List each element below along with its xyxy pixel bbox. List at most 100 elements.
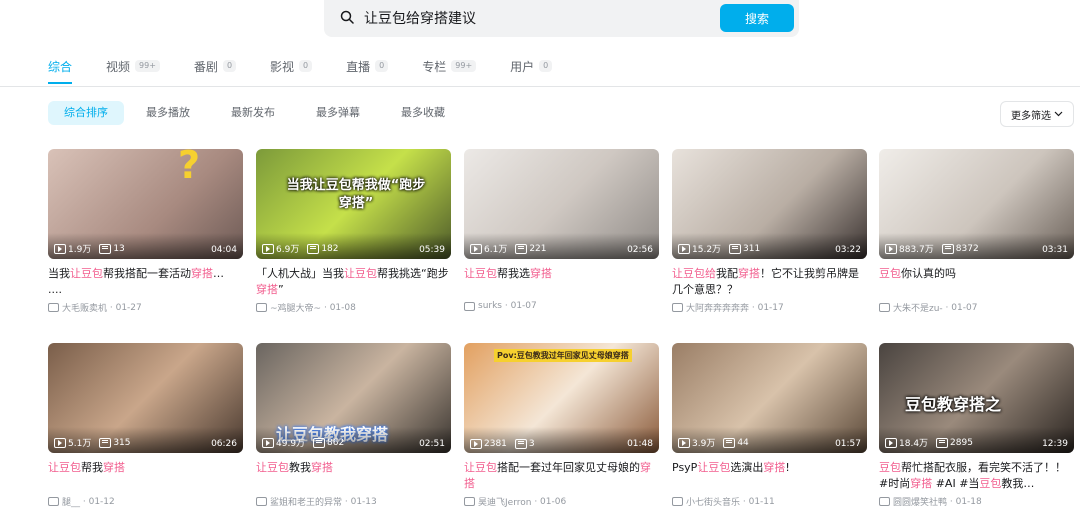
meta-separator: ·	[942, 302, 952, 313]
tab-label: 影视	[270, 59, 295, 74]
title-text: PsyP	[672, 461, 698, 474]
video-meta[interactable]: 小七街头音乐 · 01-11	[672, 495, 867, 508]
video-meta[interactable]: ~鸡腿大帝~ · 01-08	[256, 301, 451, 314]
video-card[interactable]: 豆包教穿搭之 18.4万 2895 12:39 豆包帮忙搭配衣服，看完笑不活了！！ #时…	[879, 343, 1074, 508]
video-thumbnail[interactable]: 6.1万 221 02:56	[464, 149, 659, 259]
video-title[interactable]: PsyP让豆包选演出穿搭!	[672, 460, 867, 492]
title-text: !	[785, 461, 790, 474]
video-thumbnail[interactable]: 豆包教穿搭之 18.4万 2895 12:39	[879, 343, 1074, 453]
title-text: 教我…	[1001, 477, 1035, 490]
video-meta[interactable]: 昊迪飞Jerron · 01-06	[464, 495, 659, 508]
video-title[interactable]: 让豆包帮我穿搭	[48, 460, 243, 492]
title-highlight: 让豆包给	[672, 267, 716, 280]
tab-label: 专栏	[422, 59, 447, 74]
video-thumbnail[interactable]: ? 1.9万 13 04:04	[48, 149, 243, 259]
uploader-icon	[672, 497, 683, 506]
title-highlight: 穿搭	[763, 461, 786, 474]
thumbnail-caption: ?	[178, 149, 201, 187]
uploader-name: 小七街头音乐	[686, 498, 741, 508]
video-thumbnail[interactable]: 15.2万 311 03:22	[672, 149, 867, 259]
video-thumbnail[interactable]: 3.9万 44 01:57	[672, 343, 867, 453]
tab-all[interactable]: 综合	[48, 56, 73, 84]
uploader-icon	[48, 497, 59, 506]
video-stats: 15.2万 311	[678, 242, 768, 255]
video-meta[interactable]: 大毛贩卖机 · 01-27	[48, 301, 243, 314]
play-count: 883.7万	[899, 245, 934, 255]
meta-separator: ·	[749, 302, 758, 313]
video-meta[interactable]: 大阿奔奔奔奔奔 · 01-17	[672, 301, 867, 314]
video-meta[interactable]: 腿__ · 01-12	[48, 495, 243, 508]
sort-most-favorited[interactable]: 最多收藏	[393, 101, 453, 125]
video-thumbnail[interactable]: 当我让豆包帮我做“跑步穿搭” 6.9万 182 05:39	[256, 149, 451, 259]
meta-separator: ·	[80, 496, 89, 507]
uploader-icon	[48, 303, 59, 312]
video-thumbnail[interactable]: 5.1万 315 06:26	[48, 343, 243, 453]
more-filter-button[interactable]: 更多筛选	[1000, 101, 1074, 127]
video-title[interactable]: 「人机大战」当我让豆包帮我挑选“跑步穿搭”	[256, 266, 451, 298]
video-thumbnail[interactable]: 让豆包教我穿搭49.9万86202:51	[256, 343, 451, 453]
tab-video[interactable]: 视频 99+	[106, 56, 160, 76]
danmaku-count: 44	[737, 437, 749, 448]
video-stats: 2381 3	[470, 439, 543, 449]
video-card[interactable]: 15.2万 311 03:22 让豆包给我配穿搭！它不让我剪吊牌是几个意思？？ 大阿奔奔…	[672, 149, 867, 314]
video-stats: 6.9万 182	[262, 242, 347, 255]
sort-newest[interactable]: 最新发布	[223, 101, 283, 125]
video-title[interactable]: 让豆包给我配穿搭！它不让我剪吊牌是几个意思？？	[672, 266, 867, 298]
tab-film[interactable]: 影视 0	[270, 56, 313, 76]
danmaku-icon	[515, 243, 528, 254]
video-card[interactable]: Pov:豆包教我过年回家见丈母娘穿搭 2381 3 01:48 让豆包搭配一套过年回家见…	[464, 343, 659, 508]
play-count: 2381	[484, 439, 507, 449]
video-meta[interactable]: 大朱不是zu- · 01-07	[879, 301, 1074, 314]
tab-live[interactable]: 直播 0	[346, 56, 389, 76]
tab-count-badge: 0	[539, 60, 553, 72]
video-card[interactable]: ? 1.9万 13 04:04 当我让豆包帮我搭配一套活动穿搭….... 大毛贩卖机 · …	[48, 149, 243, 314]
video-meta[interactable]: 圆圆爆笑社鸭 · 01-18	[879, 495, 1074, 508]
title-highlight: 让豆包	[464, 267, 497, 280]
video-title[interactable]: 豆包你认真的吗	[879, 266, 1074, 298]
sort-most-played[interactable]: 最多播放	[138, 101, 198, 125]
video-title[interactable]: 让豆包教我穿搭	[256, 460, 451, 492]
tab-user[interactable]: 用户 0	[510, 56, 553, 76]
uploader-name: 大朱不是zu-	[893, 304, 943, 314]
title-text: 教我	[289, 461, 311, 474]
meta-separator: ·	[740, 496, 749, 507]
tab-bangumi[interactable]: 番剧 0	[194, 56, 237, 76]
video-duration: 01:48	[627, 439, 653, 449]
video-thumbnail[interactable]: Pov:豆包教我过年回家见丈母娘穿搭 2381 3 01:48	[464, 343, 659, 453]
sort-most-danmaku[interactable]: 最多弹幕	[308, 101, 368, 125]
video-thumbnail[interactable]: 883.7万 8372 03:31	[879, 149, 1074, 259]
video-title[interactable]: 让豆包帮我选穿搭	[464, 266, 659, 298]
danmaku-count: 2895	[950, 437, 973, 448]
video-title[interactable]: 豆包帮忙搭配衣服，看完笑不活了！！ #时尚穿搭 #AI #当豆包教我…	[879, 460, 1074, 492]
tab-count-badge: 0	[222, 60, 237, 72]
tab-article[interactable]: 专栏 99+	[422, 56, 477, 76]
video-card[interactable]: 883.7万 8372 03:31 豆包你认真的吗大朱不是zu- · 01-07	[879, 149, 1074, 314]
play-count-icon	[678, 437, 690, 448]
sort-comprehensive[interactable]: 综合排序	[48, 101, 124, 125]
meta-separator: ·	[502, 301, 511, 311]
video-card[interactable]: 6.1万 221 02:56 让豆包帮我选穿搭 surks · 01-07	[464, 149, 659, 311]
video-stats: 3.9万 44	[678, 436, 757, 449]
video-duration: 05:39	[419, 245, 445, 255]
video-title[interactable]: 让豆包搭配一套过年回家见丈母娘的穿搭	[464, 460, 659, 492]
danmaku-count: 3	[528, 439, 535, 449]
video-card[interactable]: 当我让豆包帮我做“跑步穿搭” 6.9万 182 05:39 「人机大战」当我让豆包帮我挑…	[256, 149, 451, 314]
video-meta[interactable]: surks · 01-07	[464, 301, 659, 311]
play-count-icon	[262, 437, 274, 448]
upload-date: 01-08	[329, 302, 356, 313]
play-count-icon	[470, 243, 482, 254]
upload-date: 01-11	[748, 496, 775, 507]
search-input[interactable]	[364, 8, 694, 28]
video-card[interactable]: 让豆包教我穿搭 49.9万 862 02:51 让豆包教我穿搭鲨姐和老王的异常 · 01…	[256, 343, 451, 508]
video-card[interactable]: 5.1万 315 06:26 让豆包帮我穿搭腿__ · 01-12	[48, 343, 243, 508]
danmaku-icon	[313, 437, 326, 448]
video-meta[interactable]: 鲨姐和老王的异常 · 01-13	[256, 495, 451, 508]
video-card[interactable]: 3.9万 44 01:57 PsyP让豆包选演出穿搭! 小七街头音乐 · 01-11	[672, 343, 867, 508]
video-title[interactable]: 当我让豆包帮我搭配一套活动穿搭…....	[48, 266, 243, 298]
title-highlight: 让豆包	[344, 267, 377, 280]
upload-date: 01-12	[88, 496, 115, 507]
uploader-icon	[256, 497, 267, 506]
sort-options: 综合排序 最多播放 最新发布 最多弹幕 最多收藏	[48, 101, 478, 125]
search-button[interactable]: 搜索	[720, 4, 794, 32]
play-count: 15.2万	[692, 245, 722, 255]
